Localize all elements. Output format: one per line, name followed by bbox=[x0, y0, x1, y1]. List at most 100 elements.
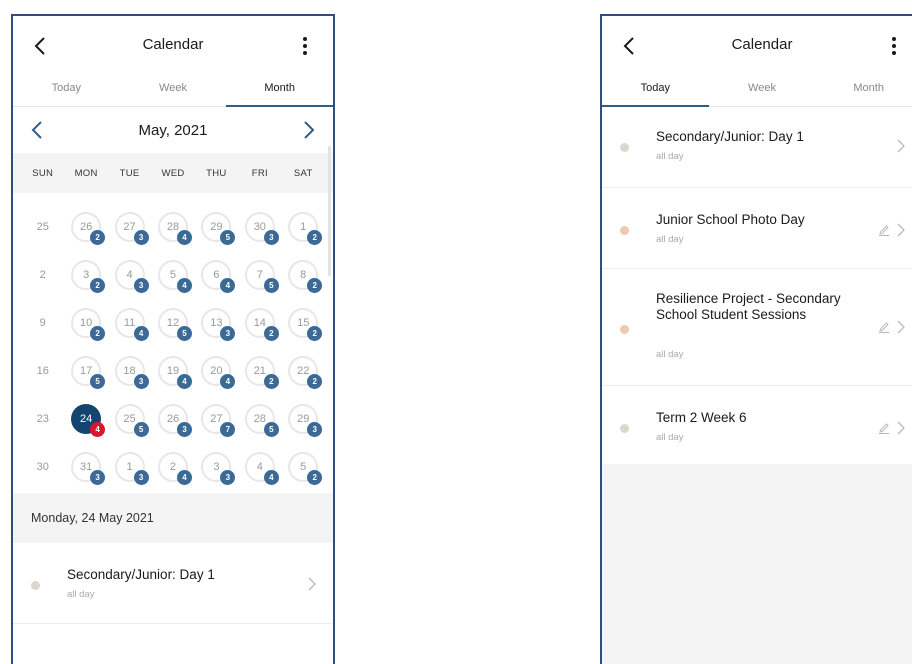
day-number: 12 bbox=[166, 317, 180, 329]
day-ring: 13 bbox=[114, 452, 149, 485]
tab-week[interactable]: Week bbox=[120, 76, 227, 106]
day-number: 5 bbox=[169, 269, 177, 281]
chevron-right-icon[interactable] bbox=[305, 577, 319, 591]
calendar-day-cell[interactable]: 27 7 bbox=[195, 395, 238, 443]
day-ring: 19 4 bbox=[157, 356, 192, 389]
day-number: 27 bbox=[123, 221, 136, 233]
calendar-day-cell[interactable]: 33 bbox=[195, 443, 238, 491]
calendar-day-cell[interactable]: 64 bbox=[195, 251, 238, 299]
calendar-day-cell[interactable]: 22 2 bbox=[282, 347, 325, 395]
calendar-day-cell[interactable]: 31 3 bbox=[64, 443, 107, 491]
tab-week[interactable]: Week bbox=[709, 76, 816, 106]
event-count-badge: 3 bbox=[133, 470, 149, 485]
app-bar: Calendar bbox=[13, 16, 333, 76]
day-number: 26 bbox=[80, 221, 93, 233]
day-number: 13 bbox=[210, 317, 223, 329]
event-row[interactable]: Secondary/Junior: Day 1 all day bbox=[602, 107, 912, 188]
chevron-right-icon[interactable] bbox=[894, 139, 908, 153]
event-row[interactable]: Term 2 Week 6 all day bbox=[602, 386, 912, 467]
calendar-day-cell[interactable]: 25 bbox=[21, 203, 64, 251]
event-title: Junior School Photo Day bbox=[656, 212, 805, 227]
event-subtitle: all day bbox=[656, 432, 684, 443]
calendar-day-cell[interactable]: 44 bbox=[238, 443, 281, 491]
calendar-day-cell[interactable]: 13 3 bbox=[195, 299, 238, 347]
calendar-day-cell[interactable]: 2 bbox=[21, 251, 64, 299]
calendar-day-cell[interactable]: 12 bbox=[282, 203, 325, 251]
calendar-day-cell[interactable]: 26 3 bbox=[151, 395, 194, 443]
calendar-day-cell[interactable]: 28 4 bbox=[151, 203, 194, 251]
calendar-day-cell[interactable]: 28 5 bbox=[238, 395, 281, 443]
day-ring: 12 5 bbox=[157, 308, 192, 341]
calendar-day-cell[interactable]: 75 bbox=[238, 251, 281, 299]
calendar-day-cell[interactable]: 30 3 bbox=[238, 203, 281, 251]
kebab-menu-icon[interactable] bbox=[882, 34, 906, 58]
calendar-day-cell[interactable]: 25 5 bbox=[108, 395, 151, 443]
calendar-day-cell[interactable]: 27 3 bbox=[108, 203, 151, 251]
calendar-day-cell[interactable]: 30 bbox=[21, 443, 64, 491]
day-ring: 44 bbox=[244, 452, 279, 485]
calendar-day-cell[interactable]: 54 bbox=[151, 251, 194, 299]
chevron-right-icon[interactable] bbox=[894, 223, 908, 237]
calendar-day-cell[interactable]: 12 5 bbox=[151, 299, 194, 347]
day-ring: 25 5 bbox=[114, 404, 149, 437]
chevron-right-icon[interactable] bbox=[894, 320, 908, 334]
weekday-label: MON bbox=[74, 167, 98, 179]
day-number: 18 bbox=[123, 365, 136, 377]
calendar-day-cell[interactable]: 9 bbox=[21, 299, 64, 347]
pencil-icon[interactable] bbox=[878, 422, 890, 434]
calendar-day-cell[interactable]: 19 4 bbox=[151, 347, 194, 395]
event-subtitle: all day bbox=[67, 589, 95, 600]
pencil-icon[interactable] bbox=[878, 321, 890, 333]
event-count-badge: 3 bbox=[176, 422, 192, 437]
chevron-right-icon[interactable] bbox=[894, 421, 908, 435]
event-count-badge: 3 bbox=[263, 230, 279, 245]
calendar-day-cell[interactable]: 24 4 bbox=[64, 395, 107, 443]
day-number: 3 bbox=[213, 461, 220, 473]
next-month-icon[interactable] bbox=[297, 119, 319, 141]
calendar-day-cell[interactable]: 52 bbox=[282, 443, 325, 491]
event-subtitle: all day bbox=[656, 234, 684, 245]
day-ring: 17 5 bbox=[71, 356, 106, 389]
event-row[interactable]: Junior School Photo Day all day bbox=[602, 188, 912, 269]
event-count-badge: 3 bbox=[133, 278, 149, 293]
calendar-day-cell[interactable]: 29 3 bbox=[282, 395, 325, 443]
calendar-day-cell[interactable]: 14 2 bbox=[238, 299, 281, 347]
day-number: 16 bbox=[36, 365, 49, 377]
calendar-day-cell[interactable]: 15 2 bbox=[282, 299, 325, 347]
calendar-day-cell[interactable]: 23 bbox=[21, 395, 64, 443]
tab-month[interactable]: Month bbox=[815, 76, 912, 106]
selected-date-header: Monday, 24 May 2021 bbox=[13, 493, 333, 543]
tab-month[interactable]: Month bbox=[226, 76, 333, 107]
tab-today[interactable]: Today bbox=[13, 76, 120, 106]
event-color-dot bbox=[620, 143, 629, 152]
event-count-badge: 4 bbox=[176, 230, 192, 245]
calendar-day-cell[interactable]: 10 2 bbox=[64, 299, 107, 347]
day-number: 3 bbox=[83, 269, 90, 281]
pencil-icon[interactable] bbox=[878, 224, 890, 236]
calendar-day-cell[interactable]: 43 bbox=[108, 251, 151, 299]
day-number: 10 bbox=[80, 317, 93, 329]
calendar-day-cell[interactable]: 21 2 bbox=[238, 347, 281, 395]
event-count-badge: 2 bbox=[307, 278, 323, 293]
calendar-day-cell[interactable]: 13 bbox=[108, 443, 151, 491]
kebab-menu-icon[interactable] bbox=[293, 34, 317, 58]
event-count-badge: 4 bbox=[220, 374, 236, 389]
calendar-day-cell[interactable]: 82 bbox=[282, 251, 325, 299]
scrollbar[interactable] bbox=[328, 146, 331, 276]
tab-today[interactable]: Today bbox=[602, 76, 709, 107]
weekday-label: THU bbox=[206, 167, 227, 179]
day-number: 30 bbox=[36, 461, 49, 473]
calendar-day-cell[interactable]: 20 4 bbox=[195, 347, 238, 395]
calendar-day-cell[interactable]: 11 4 bbox=[108, 299, 151, 347]
event-row[interactable]: Resilience Project - Secondary School St… bbox=[602, 269, 912, 386]
day-ring: 31 3 bbox=[71, 452, 106, 485]
calendar-day-cell[interactable]: 29 5 bbox=[195, 203, 238, 251]
event-row[interactable]: Secondary/Junior: Day 1 all day bbox=[13, 543, 333, 624]
calendar-day-cell[interactable]: 26 2 bbox=[64, 203, 107, 251]
calendar-day-cell[interactable]: 24 bbox=[151, 443, 194, 491]
calendar-day-cell[interactable]: 18 3 bbox=[108, 347, 151, 395]
day-number: 4 bbox=[256, 461, 263, 473]
calendar-day-cell[interactable]: 17 5 bbox=[64, 347, 107, 395]
calendar-day-cell[interactable]: 32 bbox=[64, 251, 107, 299]
calendar-day-cell[interactable]: 16 bbox=[21, 347, 64, 395]
